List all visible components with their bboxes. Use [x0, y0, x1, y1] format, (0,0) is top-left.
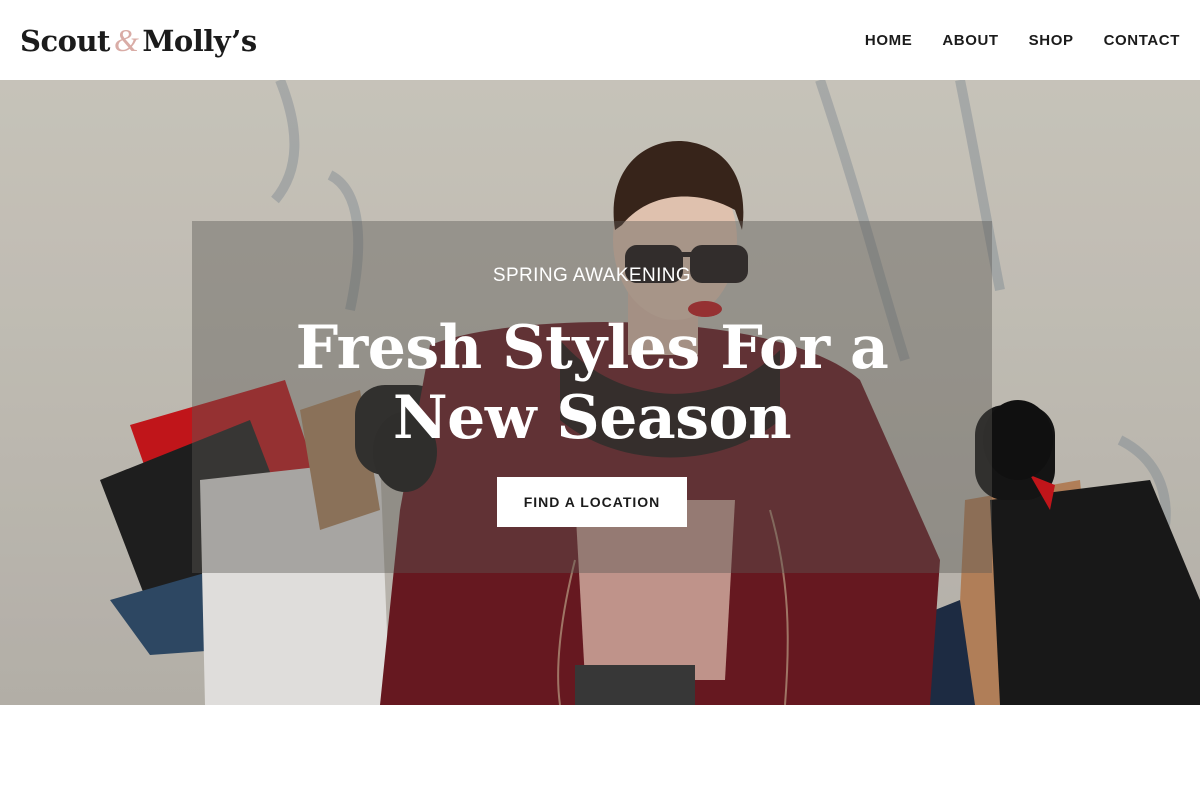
- nav-home[interactable]: HOME: [865, 32, 912, 49]
- hero-title: Fresh Styles For a New Season: [295, 313, 889, 453]
- hero-text-panel: SPRING AWAKENING Fresh Styles For a New …: [192, 221, 992, 573]
- nav-about[interactable]: ABOUT: [942, 32, 998, 49]
- nav-contact[interactable]: CONTACT: [1104, 32, 1180, 49]
- page-content-area: [0, 705, 1200, 800]
- logo-ampersand: &: [113, 21, 139, 58]
- site-header: Scout & Molly’s HOME ABOUT SHOP CONTACT: [0, 0, 1200, 80]
- main-nav: HOME ABOUT SHOP CONTACT: [865, 32, 1180, 49]
- site-logo[interactable]: Scout & Molly’s: [20, 22, 257, 59]
- logo-text-mollys: Molly’s: [142, 23, 257, 58]
- logo-text-scout: Scout: [20, 23, 110, 58]
- nav-shop[interactable]: SHOP: [1029, 32, 1074, 49]
- find-location-button[interactable]: FIND A LOCATION: [497, 477, 687, 527]
- hero-banner: SPRING AWAKENING Fresh Styles For a New …: [0, 80, 1200, 705]
- hero-eyebrow: SPRING AWAKENING: [492, 265, 692, 286]
